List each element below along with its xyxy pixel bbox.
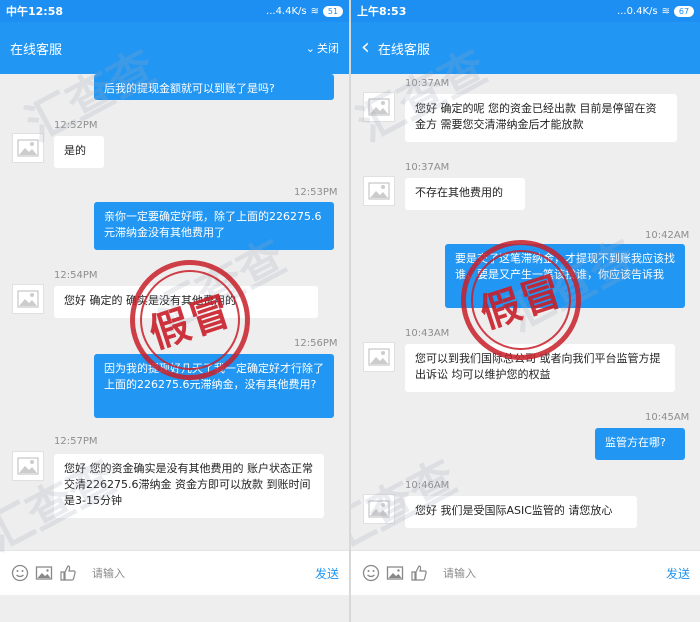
message-bubble-incoming: 是的 [54, 136, 104, 168]
send-button[interactable]: 发送 [666, 565, 690, 582]
thumbs-up-button[interactable] [409, 563, 429, 583]
image-placeholder-icon [368, 98, 390, 116]
phone-left: 中午12:58 ...4.4K/s ≋ 51 在线客服 ⌄ 关闭 后我的提现金额… [0, 0, 349, 622]
avatar [12, 284, 44, 314]
screenshot-collage: 中午12:58 ...4.4K/s ≋ 51 在线客服 ⌄ 关闭 后我的提现金额… [0, 0, 700, 622]
input-bar: 请输入 发送 [0, 550, 349, 595]
close-label: 关闭 [317, 42, 339, 55]
image-placeholder-icon [17, 457, 39, 475]
image-placeholder-icon [368, 500, 390, 518]
image-button[interactable] [385, 563, 405, 583]
image-icon [35, 566, 53, 580]
avatar [363, 176, 395, 206]
message-bubble-outgoing: 监管方在哪? [595, 428, 685, 460]
image-icon [386, 566, 404, 580]
message-timestamp: 12:53PM [294, 187, 338, 198]
message-input[interactable]: 请输入 [92, 565, 315, 581]
message-bubble-incoming: 您好 您的资金确实是没有其他费用的 账户状态正常 交清226275.6滞纳金 资… [54, 454, 324, 518]
message-timestamp: 12:52PM [54, 120, 98, 131]
message-bubble-outgoing: 因为我的提现好几天了我一定确定好才行除了上面的226275.6元滞纳金，没有其他… [94, 354, 334, 418]
status-bar: 上午8:53 ...0.4K/s ≋ 67 [351, 0, 700, 22]
message-bubble-outgoing: 亲你一定要确定好哦，除了上面的226275.6元滞纳金没有其他费用了 [94, 202, 334, 250]
message-list[interactable]: 后我的提现金额就可以到账了是吗? 12:52PM 是的 12:53PM 亲你一定… [0, 74, 349, 550]
message-bubble-incoming: 不存在其他费用的 [405, 178, 525, 210]
close-button[interactable]: ⌄ 关闭 [306, 40, 339, 56]
emoji-icon [362, 564, 380, 582]
image-placeholder-icon [17, 139, 39, 157]
message-timestamp: 10:45AM [645, 412, 690, 423]
image-placeholder-icon [368, 182, 390, 200]
phone-right: 上午8:53 ...0.4K/s ≋ 67 ‹ 在线客服 10:37AM 您好 … [351, 0, 700, 622]
message-timestamp: 10:42AM [645, 230, 690, 241]
chevron-down-icon: ⌄ [305, 41, 315, 55]
message-bubble-outgoing: 后我的提现金额就可以到账了是吗? [94, 74, 334, 100]
status-time: 上午8:53 [357, 5, 407, 18]
message-timestamp: 10:37AM [405, 78, 450, 89]
message-list[interactable]: 10:37AM 您好 确定的呢 您的资金已经出款 目前是停留在资金方 需要您交清… [351, 74, 700, 550]
status-time: 中午12:58 [6, 5, 64, 18]
avatar [363, 92, 395, 122]
message-timestamp: 10:46AM [405, 480, 450, 491]
wifi-icon: ≋ [310, 5, 319, 17]
avatar [12, 451, 44, 481]
message-timestamp: 12:57PM [54, 436, 98, 447]
thumbs-up-icon [411, 565, 427, 581]
header-title: 在线客服 [377, 42, 430, 58]
image-placeholder-icon [368, 348, 390, 366]
message-timestamp: 12:54PM [54, 270, 98, 281]
chat-header: 在线客服 ⌄ 关闭 [0, 22, 349, 74]
message-bubble-outgoing: 要是交了这笔滞纳金，才提现不到账我应该找谁，要是又产生一笔该找谁，你应该告诉我 [445, 244, 685, 308]
avatar [363, 494, 395, 524]
avatar [12, 133, 44, 163]
image-button[interactable] [34, 563, 54, 583]
message-bubble-incoming: 您好 确定的呢 您的资金已经出款 目前是停留在资金方 需要您交清滞纳金后才能放款 [405, 94, 677, 142]
wifi-icon: ≋ [661, 5, 670, 17]
battery-icon: 51 [323, 5, 343, 17]
network-speed: ...4.4K/s [266, 5, 307, 17]
message-timestamp: 10:43AM [405, 328, 450, 339]
message-bubble-incoming: 您可以到我们国际总公司 或者向我们平台监管方提出诉讼 均可以维护您的权益 [405, 344, 675, 392]
status-bar: 中午12:58 ...4.4K/s ≋ 51 [0, 0, 349, 22]
send-button[interactable]: 发送 [315, 565, 339, 582]
input-bar: 请输入 发送 [351, 550, 700, 595]
thumbs-up-icon [60, 565, 76, 581]
message-bubble-incoming: 您好 确定的 确实是没有其他费用的 [54, 286, 318, 318]
network-speed: ...0.4K/s [617, 5, 658, 17]
message-input[interactable]: 请输入 [443, 565, 666, 581]
thumbs-up-button[interactable] [58, 563, 78, 583]
chat-header: ‹ 在线客服 [351, 22, 700, 74]
emoji-icon [11, 564, 29, 582]
header-title: 在线客服 [10, 42, 63, 58]
message-bubble-incoming: 您好 我们是受国际ASIC监管的 请您放心 [405, 496, 637, 528]
emoji-button[interactable] [361, 563, 381, 583]
message-timestamp: 12:56PM [294, 338, 338, 349]
battery-icon: 67 [674, 5, 694, 17]
message-timestamp: 10:37AM [405, 162, 450, 173]
emoji-button[interactable] [10, 563, 30, 583]
image-placeholder-icon [17, 290, 39, 308]
back-arrow-icon[interactable]: ‹ [361, 37, 370, 59]
avatar [363, 342, 395, 372]
